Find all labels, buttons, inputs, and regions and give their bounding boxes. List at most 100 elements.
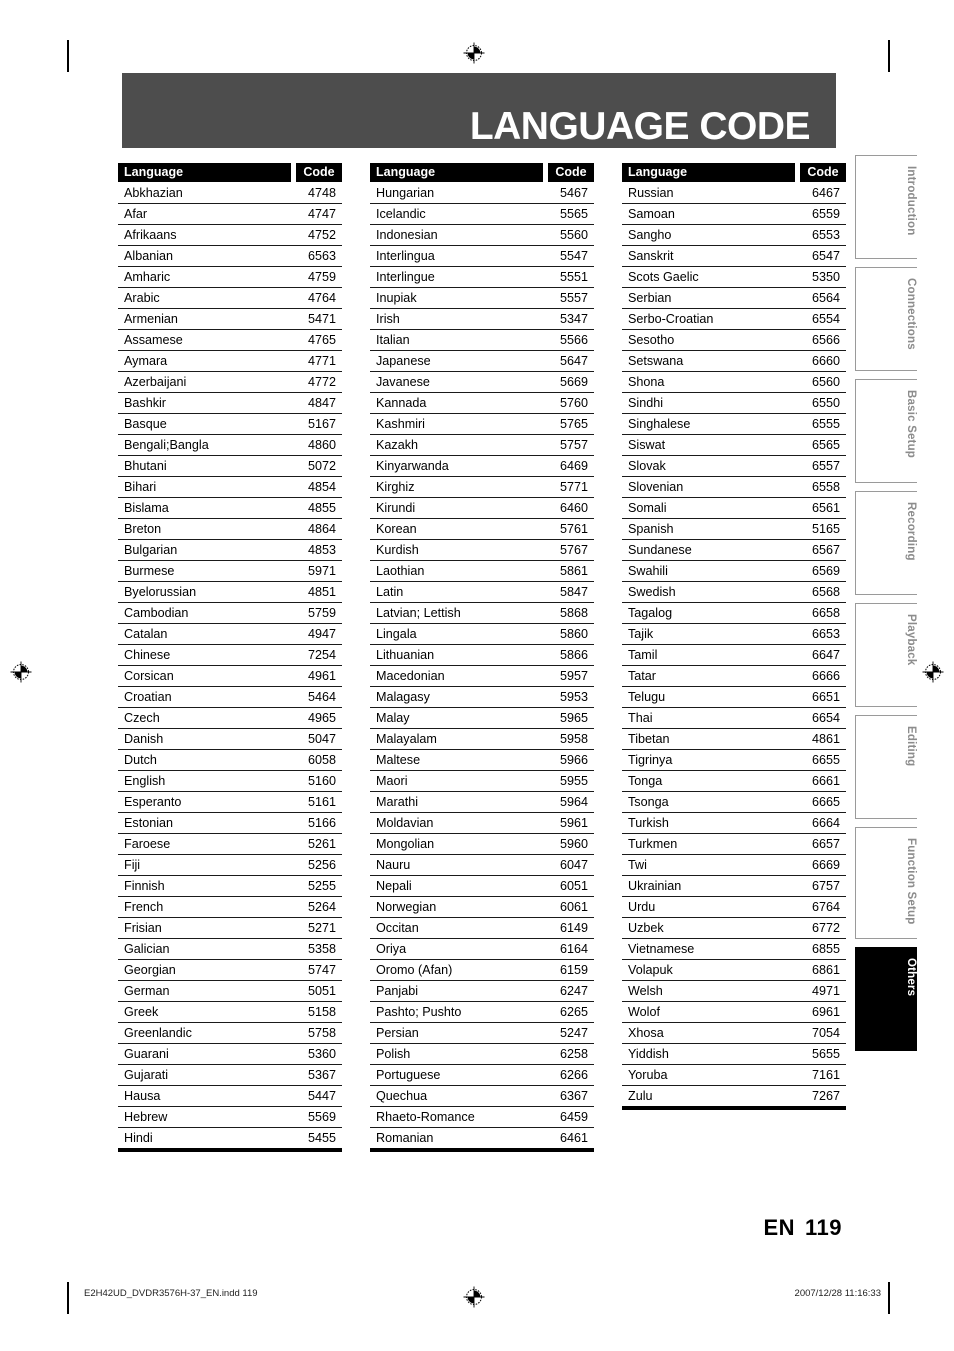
table-row: Yoruba 7161 [622, 1065, 846, 1086]
cell-language: Czech [124, 711, 160, 725]
table-row: Greenlandic 5758 [118, 1023, 342, 1044]
cell-code: 5960 [559, 837, 588, 851]
table-row: Fiji 5256 [118, 855, 342, 876]
cell-language: Yoruba [628, 1068, 668, 1082]
table-row: Maltese 5966 [370, 750, 594, 771]
table-row: Panjabi 6247 [370, 981, 594, 1002]
cell-language: Slovenian [628, 480, 684, 494]
cell-language: Shona [628, 375, 665, 389]
table-row: Arabic 4764 [118, 288, 342, 309]
table-row: Burmese 5971 [118, 561, 342, 582]
cell-code: 6653 [811, 627, 840, 641]
cell-language: Danish [124, 732, 164, 746]
table-row: Cambodian 5759 [118, 603, 342, 624]
table-row: Shona 6560 [622, 372, 846, 393]
table-row: Bihari 4854 [118, 477, 342, 498]
table-row: Wolof 6961 [622, 1002, 846, 1023]
cell-language: Nepali [376, 879, 412, 893]
cell-code: 5051 [307, 984, 336, 998]
registration-target-icon [463, 42, 485, 64]
cell-code: 6564 [811, 291, 840, 305]
sidebar-tab-recording[interactable]: Recording [855, 491, 917, 595]
sidebar-tab-label: Introduction [905, 166, 917, 236]
cell-language: Vietnamese [628, 942, 695, 956]
cell-language: Amharic [124, 270, 171, 284]
cell-language: Bislama [124, 501, 169, 515]
table-row: Volapuk 6861 [622, 960, 846, 981]
cell-language: Chinese [124, 648, 171, 662]
table-row: Telugu 6651 [622, 687, 846, 708]
column-header-language: Language [622, 163, 795, 182]
cell-code: 5655 [811, 1047, 840, 1061]
cell-code: 6461 [559, 1131, 588, 1145]
table-row: English 5160 [118, 771, 342, 792]
cell-language: Tibetan [628, 732, 670, 746]
table-row: Sangho 6553 [622, 225, 846, 246]
table-row: Laothian 5861 [370, 561, 594, 582]
cell-code: 6861 [811, 963, 840, 977]
table-row: Basque 5167 [118, 414, 342, 435]
table-row: Catalan 4947 [118, 624, 342, 645]
table-row: Bashkir 4847 [118, 393, 342, 414]
cell-language: Burmese [124, 564, 175, 578]
cell-code: 7254 [307, 648, 336, 662]
table-row: Nepali 6051 [370, 876, 594, 897]
cell-language: Hausa [124, 1089, 161, 1103]
cell-code: 5771 [559, 480, 588, 494]
cell-language: Bashkir [124, 396, 166, 410]
table-row: Maori 5955 [370, 771, 594, 792]
table-row: Interlingue 5551 [370, 267, 594, 288]
sidebar-tab-function-setup[interactable]: Function Setup [855, 827, 917, 939]
cell-language: Welsh [628, 984, 663, 998]
cell-language: Sanskrit [628, 249, 674, 263]
cell-code: 6565 [811, 438, 840, 452]
table-row: Frisian 5271 [118, 918, 342, 939]
cell-code: 6459 [559, 1110, 588, 1124]
page-title: LANGUAGE CODE [469, 105, 811, 148]
sidebar-tab-playback[interactable]: Playback [855, 603, 917, 707]
cell-code: 5955 [559, 774, 588, 788]
table-row: Oriya 6164 [370, 939, 594, 960]
sidebar-tab-others[interactable]: Others [855, 947, 917, 1051]
sidebar-tab-introduction[interactable]: Introduction [855, 155, 917, 259]
cell-code: 5160 [307, 774, 336, 788]
cell-code: 5758 [307, 1026, 336, 1040]
cell-code: 5566 [559, 333, 588, 347]
table-row: Abkhazian 4748 [118, 183, 342, 204]
cell-code: 5765 [559, 417, 588, 431]
table-row: Setswana 6660 [622, 351, 846, 372]
sidebar-tab-connections[interactable]: Connections [855, 267, 917, 371]
table-row: Mongolian 5960 [370, 834, 594, 855]
table-row: Byelorussian 4851 [118, 582, 342, 603]
sidebar-tab-basic-setup[interactable]: Basic Setup [855, 379, 917, 483]
cell-language: Xhosa [628, 1026, 664, 1040]
cell-language: Assamese [124, 333, 183, 347]
table-row: Quechua 6367 [370, 1086, 594, 1107]
cell-code: 6567 [811, 543, 840, 557]
cell-code: 6666 [811, 669, 840, 683]
cell-language: Irish [376, 312, 400, 326]
table-row: Hindi 5455 [118, 1128, 342, 1148]
table-body: Hungarian 5467 Icelandic 5565 Indonesian 5560… [370, 183, 594, 1152]
table-row: Scots Gaelic 5350 [622, 267, 846, 288]
cell-language: Interlingue [376, 270, 435, 284]
table-body: Russian 6467 Samoan 6559 Sangho 6553 Sanskrit 6… [622, 183, 846, 1110]
cell-language: Croatian [124, 690, 172, 704]
cell-language: Dutch [124, 753, 157, 767]
table-row: Kashmiri 5765 [370, 414, 594, 435]
cell-code: 5971 [307, 564, 336, 578]
cell-code: 5560 [559, 228, 588, 242]
table-row: Javanese 5669 [370, 372, 594, 393]
cell-code: 5358 [307, 942, 336, 956]
registration-target-icon [10, 661, 32, 683]
cell-code: 5350 [811, 270, 840, 284]
cell-language: Kashmiri [376, 417, 425, 431]
cell-code: 5158 [307, 1005, 336, 1019]
table-row: Latvian; Lettish 5868 [370, 603, 594, 624]
table-row: Vietnamese 6855 [622, 939, 846, 960]
cell-code: 4947 [307, 627, 336, 641]
cell-language: Pashto; Pushto [376, 1005, 462, 1019]
sidebar-tab-label: Editing [905, 726, 917, 767]
sidebar-tab-editing[interactable]: Editing [855, 715, 917, 819]
table-row: Croatian 5464 [118, 687, 342, 708]
